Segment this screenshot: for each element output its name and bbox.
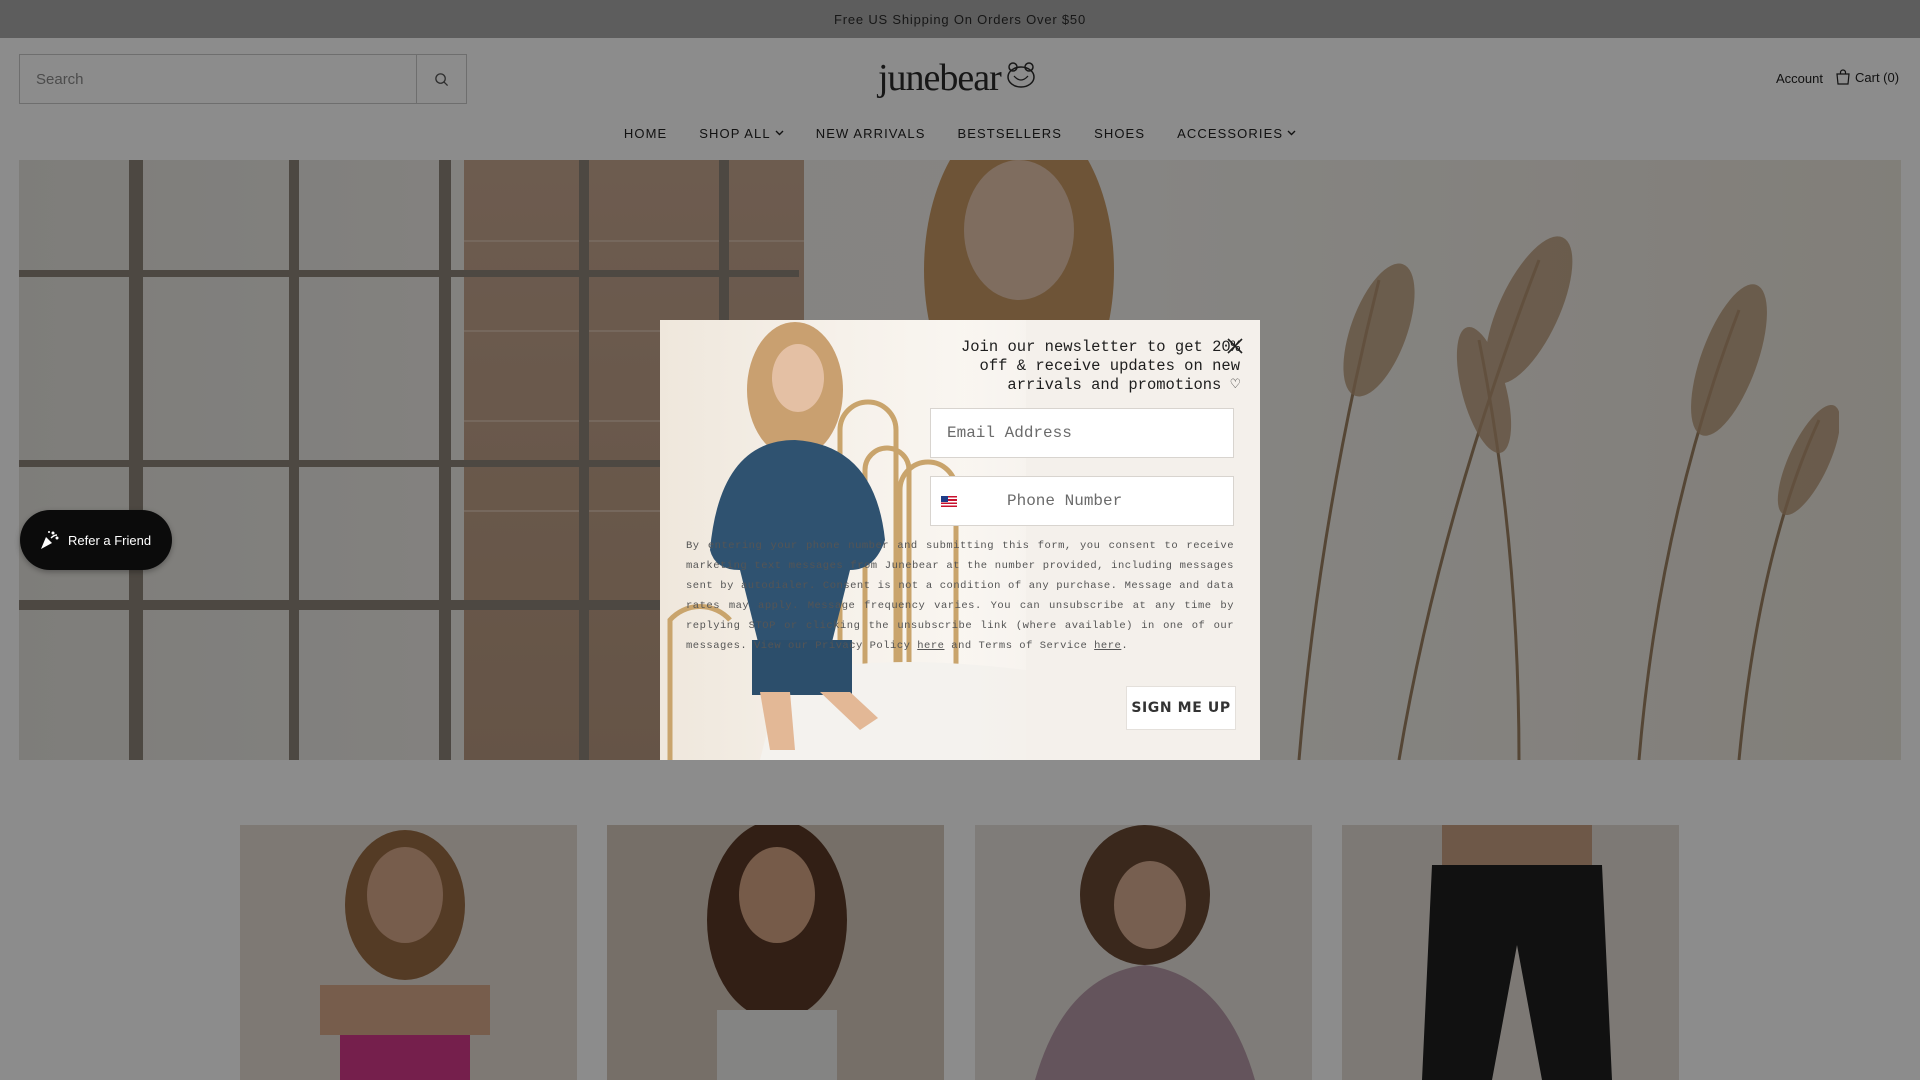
phone-placeholder: Phone Number	[1007, 492, 1123, 510]
phone-field[interactable]: Phone Number	[930, 476, 1234, 526]
signup-label: SIGN ME UP	[1131, 700, 1231, 716]
email-field[interactable]: Email Address	[930, 408, 1234, 458]
email-placeholder: Email Address	[947, 424, 1072, 442]
newsletter-popup: Join our newsletter to get 20% off & rec…	[660, 320, 1260, 760]
sms-consent-text: By entering your phone number and submit…	[686, 540, 1234, 652]
sign-me-up-button[interactable]: SIGN ME UP	[1126, 686, 1236, 730]
refer-a-friend-button[interactable]: Refer a Friend	[20, 510, 172, 570]
popup-heading: Join our newsletter to get 20% off & rec…	[960, 338, 1240, 394]
us-flag-icon[interactable]	[941, 495, 957, 507]
terms-of-service-link[interactable]: here	[1094, 640, 1121, 652]
consent-terms-text: and Terms of Service	[951, 640, 1088, 652]
confetti-icon	[41, 531, 59, 549]
refer-label: Refer a Friend	[68, 532, 152, 548]
privacy-policy-link[interactable]: here	[917, 640, 944, 652]
consent-body: By entering your phone number and submit…	[686, 540, 1234, 652]
